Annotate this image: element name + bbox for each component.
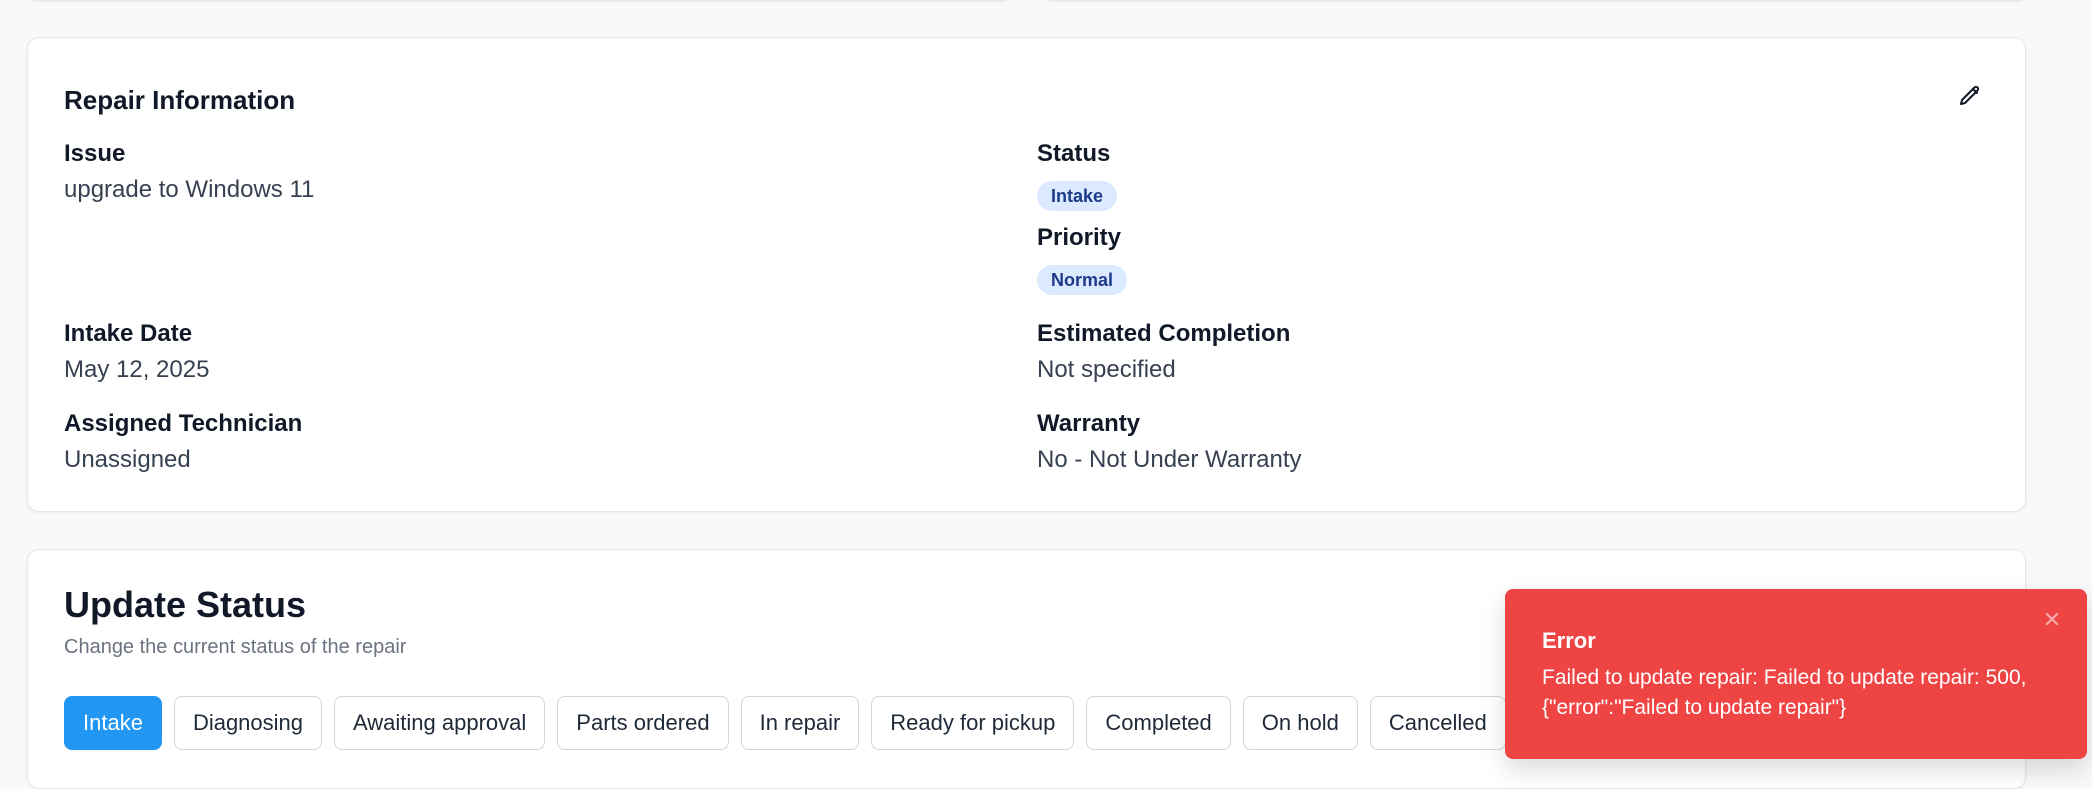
repair-information-card: Repair Information Issue upgrade to Wind…	[27, 37, 2026, 512]
status-button-parts-ordered[interactable]: Parts ordered	[557, 696, 729, 750]
status-button-awaiting-approval[interactable]: Awaiting approval	[334, 696, 546, 750]
status-button-cancelled[interactable]: Cancelled	[1369, 696, 1506, 750]
status-button-intake[interactable]: Intake	[64, 696, 162, 750]
status-button-group: Intake Diagnosing Awaiting approval Part…	[64, 696, 1506, 750]
edit-button[interactable]	[1955, 83, 1985, 113]
toast-title: Error	[1542, 628, 1596, 653]
status-button-completed[interactable]: Completed	[1086, 696, 1231, 750]
toast-message: Failed to update repair: Failed to updat…	[1542, 666, 2027, 719]
warranty-label: Warranty	[1037, 410, 1141, 437]
technician-value: Unassigned	[64, 446, 191, 473]
issue-value: upgrade to Windows 11	[64, 176, 315, 203]
priority-badge: Normal	[1037, 265, 1128, 295]
status-button-on-hold[interactable]: On hold	[1242, 696, 1358, 750]
status-button-diagnosing[interactable]: Diagnosing	[173, 696, 323, 750]
warranty-value: No - Not Under Warranty	[1037, 446, 1302, 473]
intake-date-label: Intake Date	[64, 320, 193, 347]
status-button-ready-for-pickup[interactable]: Ready for pickup	[871, 696, 1075, 750]
status-label: Status	[1037, 140, 1111, 167]
close-icon[interactable]: ✕	[2039, 607, 2065, 633]
technician-label: Assigned Technician	[64, 410, 303, 437]
estimated-completion-label: Estimated Completion	[1037, 320, 1291, 347]
status-button-in-repair[interactable]: In repair	[740, 696, 860, 750]
status-badge: Intake	[1037, 181, 1118, 211]
update-status-title: Update Status	[64, 584, 307, 625]
previous-card-left	[27, 0, 1010, 1]
previous-card-right	[1043, 0, 2026, 1]
card-title: Repair Information	[64, 85, 296, 115]
estimated-completion-value: Not specified	[1037, 356, 1176, 383]
update-status-subtitle: Change the current status of the repair	[64, 636, 407, 658]
pencil-icon	[1958, 84, 1982, 113]
priority-label: Priority	[1037, 224, 1122, 251]
error-toast: ✕ Error Failed to update repair: Failed …	[1505, 589, 2087, 759]
intake-date-value: May 12, 2025	[64, 356, 210, 383]
issue-label: Issue	[64, 140, 126, 167]
